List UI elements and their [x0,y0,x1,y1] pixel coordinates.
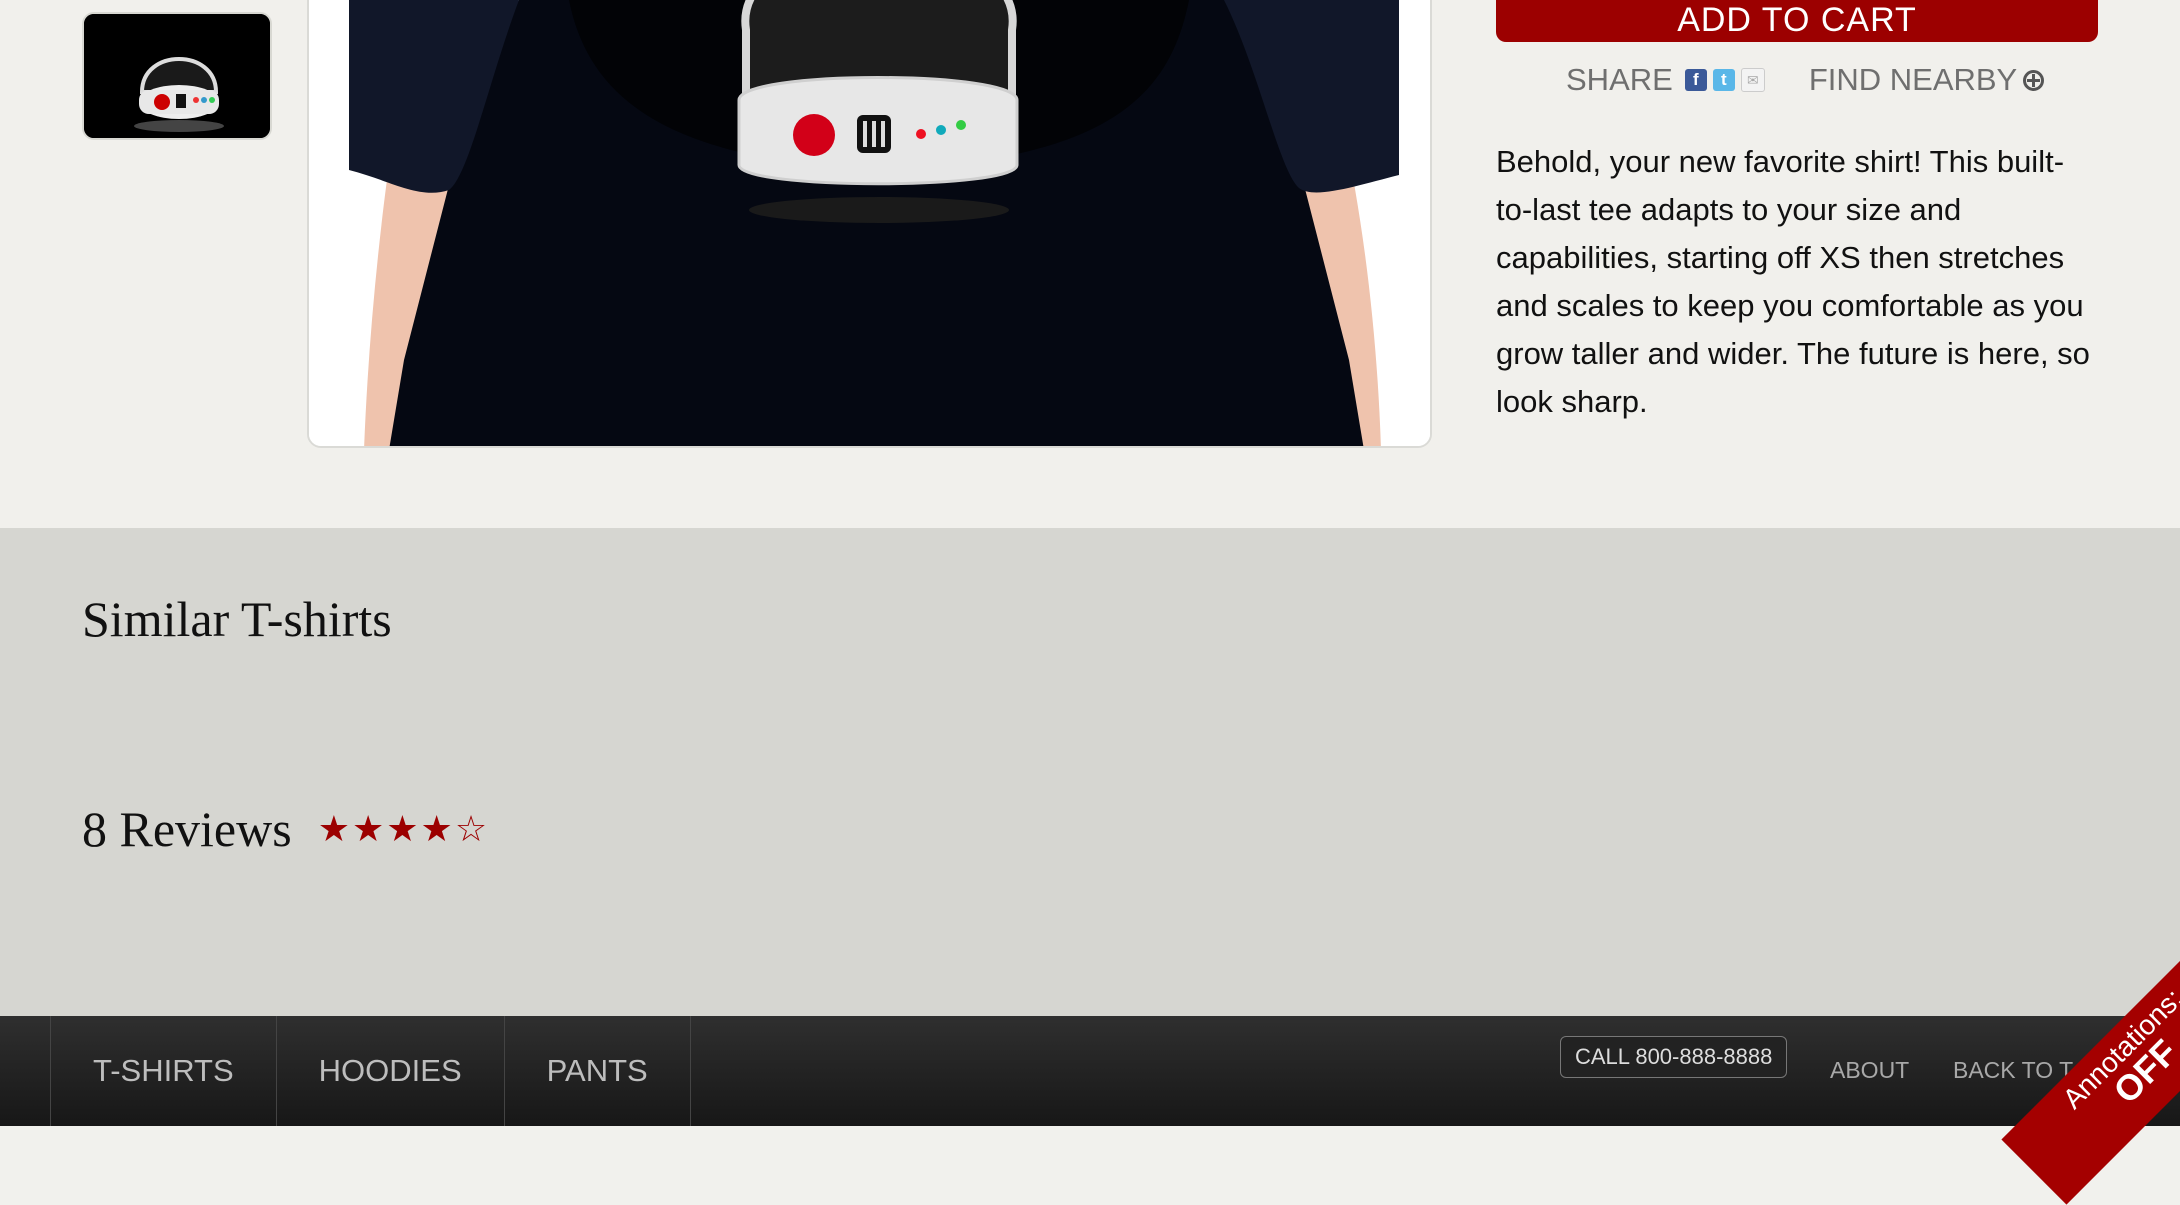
about-link[interactable]: ABOUT [1830,1057,1909,1084]
shirt-photo-image [309,0,1430,446]
back-to-top-link[interactable]: BACK TO T [1953,1057,2073,1084]
star-icon: ★ [386,808,419,849]
share-row: SHARE f t ✉ FIND NEARBY [1566,60,2045,100]
mail-icon[interactable]: ✉ [1740,68,1765,92]
facebook-icon[interactable]: f [1684,69,1707,91]
product-thumbnail[interactable] [82,12,272,140]
nav-item-tshirts[interactable]: T-SHIRTS [50,1016,276,1126]
empty-star-icon: ☆ [454,808,488,849]
find-nearby-link[interactable]: FIND NEARBY [1808,62,2045,98]
rating-stars: ★ ★ ★ ★ ☆ [318,808,489,850]
star-icon: ★ [420,808,453,849]
target-icon [2023,69,2045,91]
reviews-heading-row: 8 Reviews ★ ★ ★ ★ ☆ [82,800,489,858]
nav-item-hoodies[interactable]: HOODIES [275,1016,504,1126]
similar-tshirts-heading: Similar T-shirts [82,591,392,647]
footer-nav: T-SHIRTS HOODIES PANTS [50,1016,691,1126]
product-description: Behold, your new favorite shirt! This bu… [1496,144,2090,419]
find-nearby-label: FIND NEARBY [1808,62,2018,97]
add-to-cart-button[interactable]: ADD TO CART [1496,0,2098,42]
share-label[interactable]: SHARE [1566,62,1673,98]
nav-item-pants[interactable]: PANTS [503,1016,691,1126]
call-button[interactable]: CALL 800-888-8888 [1560,1036,1788,1078]
star-icon: ★ [351,808,385,849]
star-icon: ★ [317,808,350,849]
twitter-icon[interactable]: t [1712,69,1735,91]
reviews-count-heading: 8 Reviews [82,801,292,857]
astronaut-helmet-icon [84,14,270,138]
product-main-image [307,0,1432,448]
